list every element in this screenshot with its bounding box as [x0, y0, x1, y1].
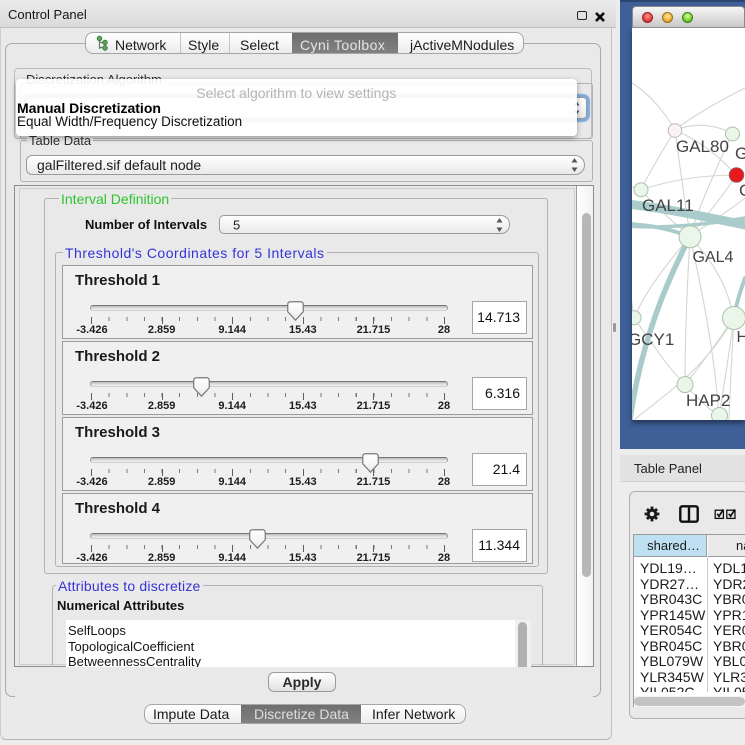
svg-text:GAL4: GAL4	[692, 249, 733, 266]
svg-text:GCY1: GCY1	[632, 330, 674, 349]
svg-text:GAL80: GAL80	[676, 137, 729, 156]
svg-text:GAL11: GAL11	[642, 196, 694, 215]
svg-text:GA: GA	[735, 144, 745, 163]
svg-text:CY: CY	[739, 181, 745, 200]
svg-text:H: H	[736, 329, 745, 346]
svg-text:HAP2: HAP2	[686, 391, 730, 410]
